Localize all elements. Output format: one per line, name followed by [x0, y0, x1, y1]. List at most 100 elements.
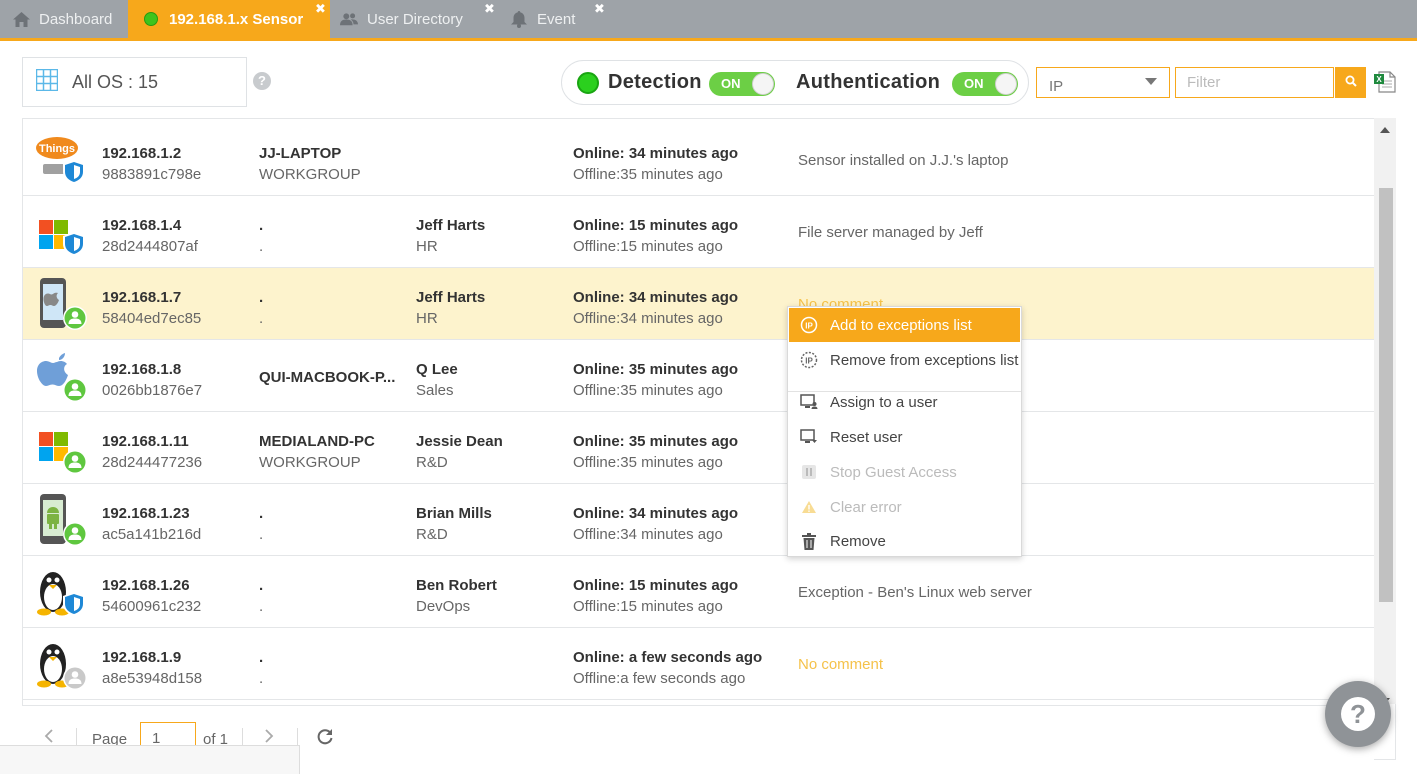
table-row[interactable]: 192.168.1.11 28d244477236 MEDIALAND-PC WOR… [23, 412, 1376, 484]
hostname: . [259, 217, 264, 234]
context-menu: IP Add to exceptions list IP Remove from… [787, 306, 1022, 557]
tab-label: 192.168.1.x Sensor [169, 10, 304, 28]
comment[interactable]: File server managed by Jeff [798, 222, 983, 243]
tab-label: User Directory [367, 10, 463, 28]
user-name: Brian Mills [416, 505, 492, 522]
mac-address: ac5a141b216d [102, 526, 202, 543]
tab-label: Dashboard [39, 10, 113, 28]
table-row[interactable]: 192.168.1.4 28d2444807af .. Jeff Harts HR … [23, 196, 1376, 268]
iphone-user-icon [35, 278, 87, 332]
help-button[interactable]: ? [1325, 681, 1391, 747]
user-name: Jessie Dean [416, 433, 503, 450]
detection-label: Detection [608, 71, 702, 93]
ip-address: 192.168.1.11 [102, 433, 189, 450]
filter-input[interactable] [1175, 67, 1334, 98]
help-icon[interactable]: ? [253, 72, 271, 90]
search-field-select[interactable]: IP [1036, 67, 1170, 98]
table-row[interactable]: 192.168.1.23 ac5a141b216d .. Brian Mills R… [23, 484, 1376, 556]
user-department: HR [416, 310, 438, 327]
user-department: R&D [416, 454, 448, 471]
scrollbar-thumb[interactable] [1379, 188, 1393, 602]
table-row[interactable]: 192.168.1.26 54600961c232 .. Ben Robert De… [23, 556, 1376, 628]
mac-address: 28d2444807af [102, 238, 198, 255]
scroll-up-icon[interactable] [1380, 127, 1390, 133]
excel-export-icon[interactable]: X [1373, 70, 1397, 94]
user-name: Jeff Harts [416, 217, 486, 234]
android-user-icon [35, 494, 87, 548]
tab-user-directory[interactable]: User Directory ✖ [340, 0, 500, 38]
svg-text:X: X [1376, 75, 1382, 84]
table-row[interactable]: Things 192.168.1.2 9883891c798e JJ-LAPTOP… [23, 124, 1376, 196]
menu-reset-user[interactable]: Reset user [789, 420, 1020, 454]
hostname: . [259, 649, 264, 666]
workgroup: . [259, 598, 264, 615]
pause-icon [799, 463, 819, 481]
online-status: Online: a few seconds ago [573, 649, 763, 666]
mac-address: 0026bb1876e7 [102, 382, 203, 399]
mac-address: 54600961c232 [102, 598, 202, 615]
menu-remove[interactable]: Remove [789, 524, 1020, 558]
menu-clear-error[interactable]: Clear error [789, 490, 1020, 524]
mac-address: 9883891c798e [102, 166, 202, 183]
ip-address: 192.168.1.7 [102, 289, 182, 306]
workgroup: WORKGROUP [259, 166, 361, 183]
menu-add-to-exceptions[interactable]: IP Add to exceptions list [789, 308, 1020, 342]
hostname: . [259, 505, 264, 522]
offline-status: Offline:34 minutes ago [573, 526, 723, 543]
table-row[interactable]: 192.168.1.9 a8e53948d158 .. Online: a few… [23, 628, 1376, 700]
ip-exception-icon: IP [799, 316, 819, 334]
tab-dashboard[interactable]: Dashboard [12, 0, 124, 38]
ip-address: 192.168.1.4 [102, 217, 182, 234]
ip-address: 192.168.1.8 [102, 361, 182, 378]
chevron-down-icon [1145, 78, 1157, 85]
online-status: Online: 15 minutes ago [573, 577, 739, 594]
windows-user-icon [35, 422, 87, 476]
user-name: Ben Robert [416, 577, 497, 594]
offline-status: Offline:15 minutes ago [573, 238, 723, 255]
windows-shield-icon [35, 206, 87, 260]
close-icon[interactable]: ✖ [484, 1, 495, 17]
svg-text:IP: IP [805, 322, 813, 331]
tab-sensor[interactable]: 192.168.1.x Sensor ✖ [128, 0, 330, 38]
hostname: JJ-LAPTOP [259, 145, 342, 162]
mac-address: a8e53948d158 [102, 670, 203, 687]
menu-remove-from-exceptions[interactable]: IP Remove from exceptions list [789, 343, 1020, 377]
table-row-selected[interactable]: 192.168.1.7 58404ed7ec85 .. Jeff Harts HR … [23, 268, 1376, 340]
user-department: DevOps [416, 598, 471, 615]
menu-stop-guest-access[interactable]: Stop Guest Access [789, 455, 1020, 489]
toggle-knob [752, 73, 774, 95]
comment[interactable]: No comment [798, 654, 883, 675]
search-icon [1345, 74, 1357, 92]
comment[interactable]: Exception - Ben's Linux web server [798, 582, 1032, 603]
comment[interactable]: Sensor installed on J.J.'s laptop [798, 150, 1008, 171]
os-filter-button[interactable]: All OS : 15 [22, 57, 247, 107]
trash-icon [799, 532, 819, 550]
search-button[interactable] [1335, 67, 1366, 98]
detection-toggle[interactable]: ON [709, 72, 775, 96]
toggle-knob [995, 73, 1017, 95]
table-scrollbar[interactable] [1374, 118, 1396, 704]
offline-status: Offline:35 minutes ago [573, 166, 723, 183]
workgroup: . [259, 238, 264, 255]
mac-address: 58404ed7ec85 [102, 310, 202, 327]
user-department: R&D [416, 526, 448, 543]
menu-assign-user[interactable]: Assign to a user [789, 385, 1020, 419]
tab-bar: Dashboard 192.168.1.x Sensor ✖ User Dire… [0, 0, 1417, 41]
workgroup: . [259, 526, 264, 543]
workgroup: . [259, 310, 264, 327]
close-icon[interactable]: ✖ [594, 1, 605, 17]
refresh-icon[interactable] [316, 727, 334, 749]
hostname: MEDIALAND-PC [259, 433, 375, 450]
close-icon[interactable]: ✖ [315, 1, 326, 17]
ip-address: 192.168.1.23 [102, 505, 190, 522]
authentication-toggle[interactable]: ON [952, 72, 1018, 96]
mode-toggles: Detection ON Authentication ON [561, 60, 1029, 105]
mac-address: 28d244477236 [102, 454, 203, 471]
table-row[interactable]: 192.168.1.8 0026bb1876e7 QUI-MACBOOK-P...… [23, 340, 1376, 412]
monitor-reset-icon [799, 428, 819, 446]
status-indicator-icon [577, 72, 599, 94]
tab-event[interactable]: Event ✖ [510, 0, 610, 38]
workgroup: . [259, 670, 264, 687]
question-icon: ? [1341, 697, 1375, 731]
ip-address: 192.168.1.9 [102, 649, 182, 666]
